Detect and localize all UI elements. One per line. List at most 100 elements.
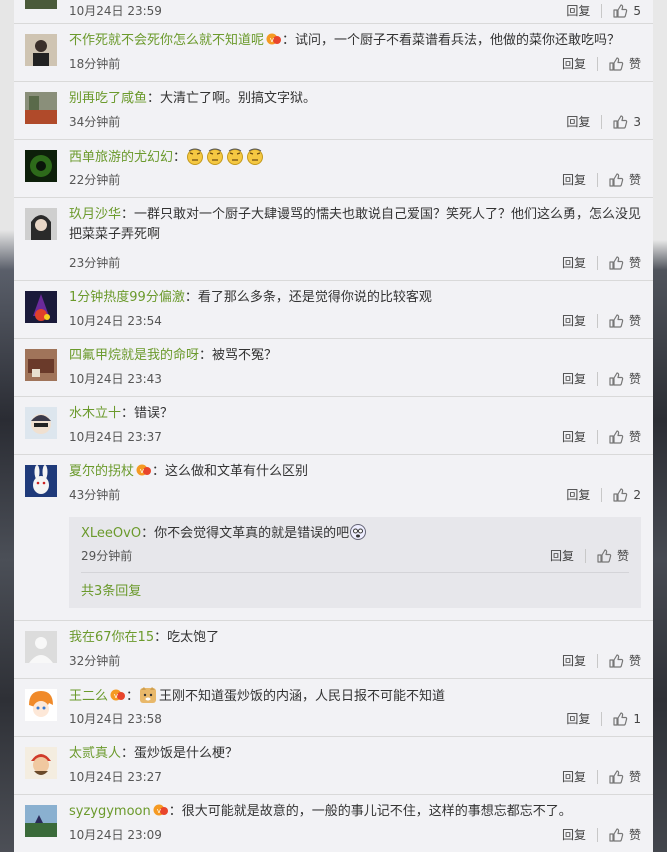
emoji-icon <box>206 147 224 165</box>
comment-time: 22分钟前 <box>69 173 121 187</box>
like-button[interactable]: 赞 <box>608 255 641 271</box>
comment-item: 我在67你在15：吃太饱了 32分钟前 回复 赞 <box>14 620 653 679</box>
reply-button[interactable]: 回复 <box>562 827 586 843</box>
view-all-replies-link[interactable]: 共3条回复 <box>81 584 141 600</box>
comment-text-line: 我在67你在15：吃太饱了 <box>69 628 643 648</box>
comment-text-line: 王二么 v：王刚不知道蛋炒饭的内涵，人民日报不可能不知道 <box>69 686 643 707</box>
separator <box>596 314 598 328</box>
comment-text: ：吃太饱了 <box>154 630 220 645</box>
avatar[interactable] <box>25 92 57 124</box>
like-label: 赞 <box>628 57 641 71</box>
reply-button[interactable]: 回复 <box>566 487 590 503</box>
like-button[interactable]: 赞 <box>596 548 629 564</box>
comment-item: 别再吃了咸鱼：大清亡了啊。别搞文字狱。 34分钟前 回复 3 <box>14 81 653 140</box>
svg-text:v: v <box>140 467 144 475</box>
username-link[interactable]: 四氟甲烷就是我的命呀 <box>69 348 199 363</box>
reply-button[interactable]: 回复 <box>562 769 586 785</box>
avatar[interactable] <box>25 747 57 779</box>
sub-reply-username-link[interactable]: XLeeOvO <box>81 526 141 541</box>
like-button[interactable]: 赞 <box>608 827 641 843</box>
like-button[interactable]: 3 <box>612 114 641 130</box>
avatar[interactable] <box>25 689 57 721</box>
comment-text-line: 别再吃了咸鱼：大清亡了啊。别搞文字狱。 <box>69 89 643 109</box>
comment-text: ：被骂不冤？ <box>199 348 278 363</box>
vip-badge-icon: v <box>266 32 282 46</box>
reply-button[interactable]: 回复 <box>566 711 590 727</box>
username-link[interactable]: 水木立十 <box>69 406 121 421</box>
like-button[interactable]: 赞 <box>608 429 641 445</box>
avatar[interactable] <box>25 349 57 381</box>
username-link[interactable]: 1分钟热度99分偏激 <box>69 290 185 305</box>
avatar[interactable] <box>25 0 57 9</box>
avatar[interactable] <box>25 291 57 323</box>
username-link[interactable]: 玖月沙华 <box>69 207 121 222</box>
avatar[interactable] <box>25 805 57 837</box>
emoji-icon <box>186 147 204 165</box>
like-button[interactable]: 2 <box>612 487 641 503</box>
like-button[interactable]: 赞 <box>608 172 641 188</box>
username-link[interactable]: 我在67你在15 <box>69 630 154 645</box>
sub-reply-box: XLeeOvO：你不会觉得文革真的就是错误的吧 29分钟前 回复 赞 共3条回复 <box>69 517 641 608</box>
avatar[interactable] <box>25 465 57 497</box>
reply-button[interactable]: 回复 <box>562 371 586 387</box>
like-button[interactable]: 赞 <box>608 371 641 387</box>
like-button[interactable]: 赞 <box>608 56 641 72</box>
reply-button[interactable]: 回复 <box>562 255 586 271</box>
sub-reply-text: ：你不会觉得文革真的就是错误的吧 <box>141 526 350 541</box>
reply-button[interactable]: 回复 <box>566 3 590 19</box>
avatar[interactable] <box>25 150 57 182</box>
thumbs-up-icon <box>609 173 624 187</box>
comment-time: 10月24日 23:59 <box>69 4 162 18</box>
thumbs-up-icon <box>609 57 624 71</box>
comment-text-line: 水木立十：错误？ <box>69 404 643 424</box>
username-link[interactable]: 西单旅游的尤幻幻 <box>69 150 173 165</box>
like-button[interactable]: 赞 <box>608 653 641 669</box>
background-left-edge <box>0 0 14 852</box>
like-count: 2 <box>633 488 641 502</box>
username-link[interactable]: 太贰真人 <box>69 746 121 761</box>
reply-button[interactable]: 回复 <box>550 548 574 564</box>
thumbs-up-icon <box>613 712 628 726</box>
separator <box>596 770 598 784</box>
like-button[interactable]: 5 <box>612 3 641 19</box>
avatar[interactable] <box>25 631 57 663</box>
comment-list: 10月24日 23:59 回复 5 不作死就不会死你怎么就不知道呢 v ：试问，一个… <box>14 0 653 852</box>
vip-badge-icon: v <box>153 803 169 817</box>
emoji-icon <box>349 523 367 541</box>
thumbs-up-icon <box>613 488 628 502</box>
comment-text: 王刚不知道蛋炒饭的内涵，人民日报不可能不知道 <box>159 689 446 704</box>
comment-text: ： <box>173 150 187 165</box>
like-label: 赞 <box>628 173 641 187</box>
username-link[interactable]: 不作死就不会死你怎么就不知道呢 <box>69 33 264 48</box>
username-link[interactable]: 王二么 <box>69 689 108 704</box>
username-link[interactable]: 别再吃了咸鱼 <box>69 91 147 106</box>
divider <box>81 572 629 573</box>
svg-text:v: v <box>114 692 118 700</box>
separator <box>601 712 603 726</box>
background-right-edge <box>653 0 667 852</box>
sub-reply-time: 29分钟前 <box>81 549 133 563</box>
username-link[interactable]: 夏尔的拐杖 <box>69 464 134 479</box>
thumbs-up-icon <box>609 654 624 668</box>
like-button[interactable]: 赞 <box>608 769 641 785</box>
avatar[interactable] <box>25 208 57 240</box>
reply-button[interactable]: 回复 <box>566 114 590 130</box>
comment-text: ：这么做和文革有什么区别 <box>152 464 309 479</box>
reply-button[interactable]: 回复 <box>562 172 586 188</box>
reply-button[interactable]: 回复 <box>562 56 586 72</box>
avatar[interactable] <box>25 34 57 66</box>
comment-text-line: 不作死就不会死你怎么就不知道呢 v ：试问，一个厨子不看菜谱看兵法，他做的菜你还敢吃… <box>69 31 643 51</box>
reply-button[interactable]: 回复 <box>562 653 586 669</box>
separator <box>596 430 598 444</box>
like-button[interactable]: 1 <box>612 711 641 727</box>
reply-button[interactable]: 回复 <box>562 429 586 445</box>
thumbs-up-icon <box>613 4 628 18</box>
avatar[interactable] <box>25 407 57 439</box>
comment-text: ：很大可能就是故意的，一般的事儿记不住，这样的事想忘都忘不了。 <box>168 804 572 819</box>
separator <box>596 372 598 386</box>
reply-button[interactable]: 回复 <box>562 313 586 329</box>
username-link[interactable]: syzygymoon <box>69 804 151 819</box>
like-button[interactable]: 赞 <box>608 313 641 329</box>
like-label: 赞 <box>628 314 641 328</box>
like-label: 赞 <box>628 828 641 842</box>
